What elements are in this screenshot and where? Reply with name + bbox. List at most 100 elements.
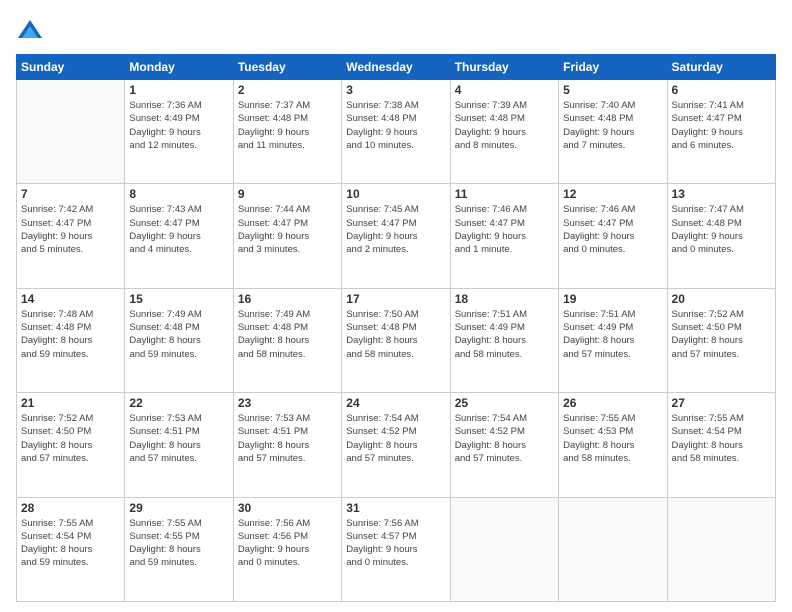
day-header-tuesday: Tuesday xyxy=(233,55,341,80)
day-number: 19 xyxy=(563,292,662,306)
calendar-cell: 2 Sunrise: 7:37 AMSunset: 4:48 PMDaylight… xyxy=(233,80,341,184)
day-number: 16 xyxy=(238,292,337,306)
day-number: 13 xyxy=(672,187,771,201)
day-number: 31 xyxy=(346,501,445,515)
day-number: 30 xyxy=(238,501,337,515)
cell-detail: Sunrise: 7:44 AMSunset: 4:47 PMDaylight:… xyxy=(238,203,337,256)
day-number: 1 xyxy=(129,83,228,97)
calendar-cell: 6Sunrise: 7:41 AMSunset: 4:47 PMDaylight… xyxy=(667,80,775,184)
day-number: 18 xyxy=(455,292,554,306)
day-number: 3 xyxy=(346,83,445,97)
day-header-monday: Monday xyxy=(125,55,233,80)
calendar-cell: 24 Sunrise: 7:54 AMSunset: 4:52 PMDayligh… xyxy=(342,393,450,497)
calendar-cell: 22 Sunrise: 7:53 AMSunset: 4:51 PMDayligh… xyxy=(125,393,233,497)
cell-detail: Sunrise: 7:42 AMSunset: 4:47 PMDaylight:… xyxy=(21,203,120,256)
cell-detail: Sunrise: 7:55 AMSunset: 4:54 PMDaylight:… xyxy=(672,412,771,465)
calendar: SundayMondayTuesdayWednesdayThursdayFrid… xyxy=(16,54,776,602)
cell-detail: Sunrise: 7:40 AMSunset: 4:48 PMDaylight:… xyxy=(563,99,662,152)
day-number: 29 xyxy=(129,501,228,515)
header xyxy=(16,14,776,46)
week-row-3: 21 Sunrise: 7:52 AMSunset: 4:50 PMDayligh… xyxy=(17,393,776,497)
cell-detail: Sunrise: 7:45 AMSunset: 4:47 PMDaylight:… xyxy=(346,203,445,256)
day-number: 27 xyxy=(672,396,771,410)
cell-detail: Sunrise: 7:43 AMSunset: 4:47 PMDaylight:… xyxy=(129,203,228,256)
day-number: 23 xyxy=(238,396,337,410)
day-header-friday: Friday xyxy=(559,55,667,80)
calendar-cell: 15 Sunrise: 7:49 AMSunset: 4:48 PMDayligh… xyxy=(125,288,233,392)
cell-detail: Sunrise: 7:52 AMSunset: 4:50 PMDaylight:… xyxy=(672,308,771,361)
calendar-cell: 12Sunrise: 7:46 AMSunset: 4:47 PMDayligh… xyxy=(559,184,667,288)
calendar-cell: 27 Sunrise: 7:55 AMSunset: 4:54 PMDayligh… xyxy=(667,393,775,497)
day-number: 25 xyxy=(455,396,554,410)
day-number: 7 xyxy=(21,187,120,201)
day-number: 22 xyxy=(129,396,228,410)
cell-detail: Sunrise: 7:51 AMSunset: 4:49 PMDaylight:… xyxy=(455,308,554,361)
week-row-0: 1 Sunrise: 7:36 AMSunset: 4:49 PMDaylight… xyxy=(17,80,776,184)
calendar-cell xyxy=(559,497,667,601)
calendar-cell: 17Sunrise: 7:50 AMSunset: 4:48 PMDayligh… xyxy=(342,288,450,392)
cell-detail: Sunrise: 7:41 AMSunset: 4:47 PMDaylight:… xyxy=(672,99,771,152)
calendar-cell: 7 Sunrise: 7:42 AMSunset: 4:47 PMDaylight… xyxy=(17,184,125,288)
calendar-cell xyxy=(17,80,125,184)
calendar-cell: 30 Sunrise: 7:56 AMSunset: 4:56 PMDayligh… xyxy=(233,497,341,601)
day-header-saturday: Saturday xyxy=(667,55,775,80)
cell-detail: Sunrise: 7:37 AMSunset: 4:48 PMDaylight:… xyxy=(238,99,337,152)
calendar-cell: 8 Sunrise: 7:43 AMSunset: 4:47 PMDaylight… xyxy=(125,184,233,288)
calendar-cell: 4 Sunrise: 7:39 AMSunset: 4:48 PMDaylight… xyxy=(450,80,558,184)
cell-detail: Sunrise: 7:55 AMSunset: 4:55 PMDaylight:… xyxy=(129,517,228,570)
calendar-cell: 21 Sunrise: 7:52 AMSunset: 4:50 PMDayligh… xyxy=(17,393,125,497)
cell-detail: Sunrise: 7:54 AMSunset: 4:52 PMDaylight:… xyxy=(455,412,554,465)
logo xyxy=(16,18,47,46)
day-number: 28 xyxy=(21,501,120,515)
calendar-cell xyxy=(450,497,558,601)
day-number: 24 xyxy=(346,396,445,410)
calendar-cell: 31 Sunrise: 7:56 AMSunset: 4:57 PMDayligh… xyxy=(342,497,450,601)
calendar-cell: 10 Sunrise: 7:45 AMSunset: 4:47 PMDayligh… xyxy=(342,184,450,288)
calendar-cell: 13Sunrise: 7:47 AMSunset: 4:48 PMDayligh… xyxy=(667,184,775,288)
calendar-cell: 9 Sunrise: 7:44 AMSunset: 4:47 PMDaylight… xyxy=(233,184,341,288)
cell-detail: Sunrise: 7:55 AMSunset: 4:54 PMDaylight:… xyxy=(21,517,120,570)
day-number: 12 xyxy=(563,187,662,201)
cell-detail: Sunrise: 7:46 AMSunset: 4:47 PMDaylight:… xyxy=(455,203,554,256)
day-number: 4 xyxy=(455,83,554,97)
cell-detail: Sunrise: 7:49 AMSunset: 4:48 PMDaylight:… xyxy=(238,308,337,361)
calendar-cell: 5 Sunrise: 7:40 AMSunset: 4:48 PMDaylight… xyxy=(559,80,667,184)
calendar-cell: 16 Sunrise: 7:49 AMSunset: 4:48 PMDayligh… xyxy=(233,288,341,392)
week-row-2: 14 Sunrise: 7:48 AMSunset: 4:48 PMDayligh… xyxy=(17,288,776,392)
day-number: 8 xyxy=(129,187,228,201)
cell-detail: Sunrise: 7:48 AMSunset: 4:48 PMDaylight:… xyxy=(21,308,120,361)
calendar-cell: 1 Sunrise: 7:36 AMSunset: 4:49 PMDaylight… xyxy=(125,80,233,184)
cell-detail: Sunrise: 7:49 AMSunset: 4:48 PMDaylight:… xyxy=(129,308,228,361)
cell-detail: Sunrise: 7:56 AMSunset: 4:56 PMDaylight:… xyxy=(238,517,337,570)
calendar-cell: 26Sunrise: 7:55 AMSunset: 4:53 PMDayligh… xyxy=(559,393,667,497)
day-number: 2 xyxy=(238,83,337,97)
cell-detail: Sunrise: 7:56 AMSunset: 4:57 PMDaylight:… xyxy=(346,517,445,570)
calendar-header-row: SundayMondayTuesdayWednesdayThursdayFrid… xyxy=(17,55,776,80)
week-row-4: 28 Sunrise: 7:55 AMSunset: 4:54 PMDayligh… xyxy=(17,497,776,601)
calendar-cell: 19Sunrise: 7:51 AMSunset: 4:49 PMDayligh… xyxy=(559,288,667,392)
cell-detail: Sunrise: 7:39 AMSunset: 4:48 PMDaylight:… xyxy=(455,99,554,152)
cell-detail: Sunrise: 7:36 AMSunset: 4:49 PMDaylight:… xyxy=(129,99,228,152)
calendar-cell: 25 Sunrise: 7:54 AMSunset: 4:52 PMDayligh… xyxy=(450,393,558,497)
calendar-cell: 23Sunrise: 7:53 AMSunset: 4:51 PMDayligh… xyxy=(233,393,341,497)
day-header-thursday: Thursday xyxy=(450,55,558,80)
week-row-1: 7 Sunrise: 7:42 AMSunset: 4:47 PMDaylight… xyxy=(17,184,776,288)
day-number: 21 xyxy=(21,396,120,410)
calendar-cell: 18 Sunrise: 7:51 AMSunset: 4:49 PMDayligh… xyxy=(450,288,558,392)
cell-detail: Sunrise: 7:50 AMSunset: 4:48 PMDaylight:… xyxy=(346,308,445,361)
cell-detail: Sunrise: 7:54 AMSunset: 4:52 PMDaylight:… xyxy=(346,412,445,465)
day-number: 5 xyxy=(563,83,662,97)
day-number: 9 xyxy=(238,187,337,201)
day-number: 11 xyxy=(455,187,554,201)
logo-icon xyxy=(16,18,44,46)
day-number: 14 xyxy=(21,292,120,306)
calendar-cell: 28 Sunrise: 7:55 AMSunset: 4:54 PMDayligh… xyxy=(17,497,125,601)
day-number: 10 xyxy=(346,187,445,201)
calendar-cell: 11 Sunrise: 7:46 AMSunset: 4:47 PMDayligh… xyxy=(450,184,558,288)
day-number: 15 xyxy=(129,292,228,306)
page: SundayMondayTuesdayWednesdayThursdayFrid… xyxy=(0,0,792,612)
day-header-wednesday: Wednesday xyxy=(342,55,450,80)
calendar-cell: 20Sunrise: 7:52 AMSunset: 4:50 PMDayligh… xyxy=(667,288,775,392)
cell-detail: Sunrise: 7:52 AMSunset: 4:50 PMDaylight:… xyxy=(21,412,120,465)
cell-detail: Sunrise: 7:53 AMSunset: 4:51 PMDaylight:… xyxy=(129,412,228,465)
